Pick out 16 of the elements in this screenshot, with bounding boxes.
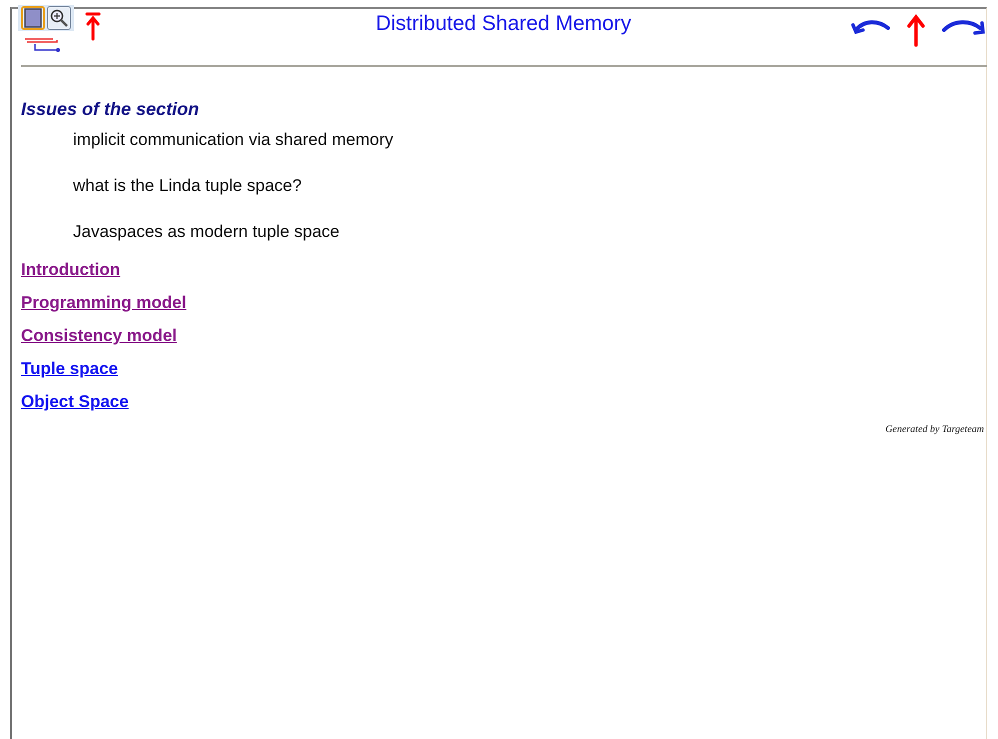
- section-link[interactable]: Object Space: [21, 390, 129, 413]
- section-link[interactable]: Introduction: [21, 258, 120, 281]
- up-arrow-icon[interactable]: [906, 13, 926, 47]
- issue-text: what is the Linda tuple space?: [73, 176, 303, 197]
- logo-icon: [23, 36, 63, 54]
- section-link[interactable]: Programming model: [21, 291, 186, 314]
- issue-text: Javaspaces as modern tuple space: [73, 222, 340, 243]
- issue-text: implicit communication via shared memory: [73, 130, 394, 151]
- zoom-button[interactable]: [47, 6, 71, 30]
- section-link[interactable]: Tuple space: [21, 357, 118, 380]
- arrow-to-top-icon[interactable]: [85, 11, 101, 41]
- section-heading: Issues of the section: [21, 99, 200, 120]
- generator-credit: Generated by Targeteam: [885, 424, 984, 435]
- page-view-button[interactable]: [21, 6, 45, 30]
- section-link[interactable]: Consistency model: [21, 324, 177, 347]
- page-title: Distributed Shared Memory: [376, 12, 632, 36]
